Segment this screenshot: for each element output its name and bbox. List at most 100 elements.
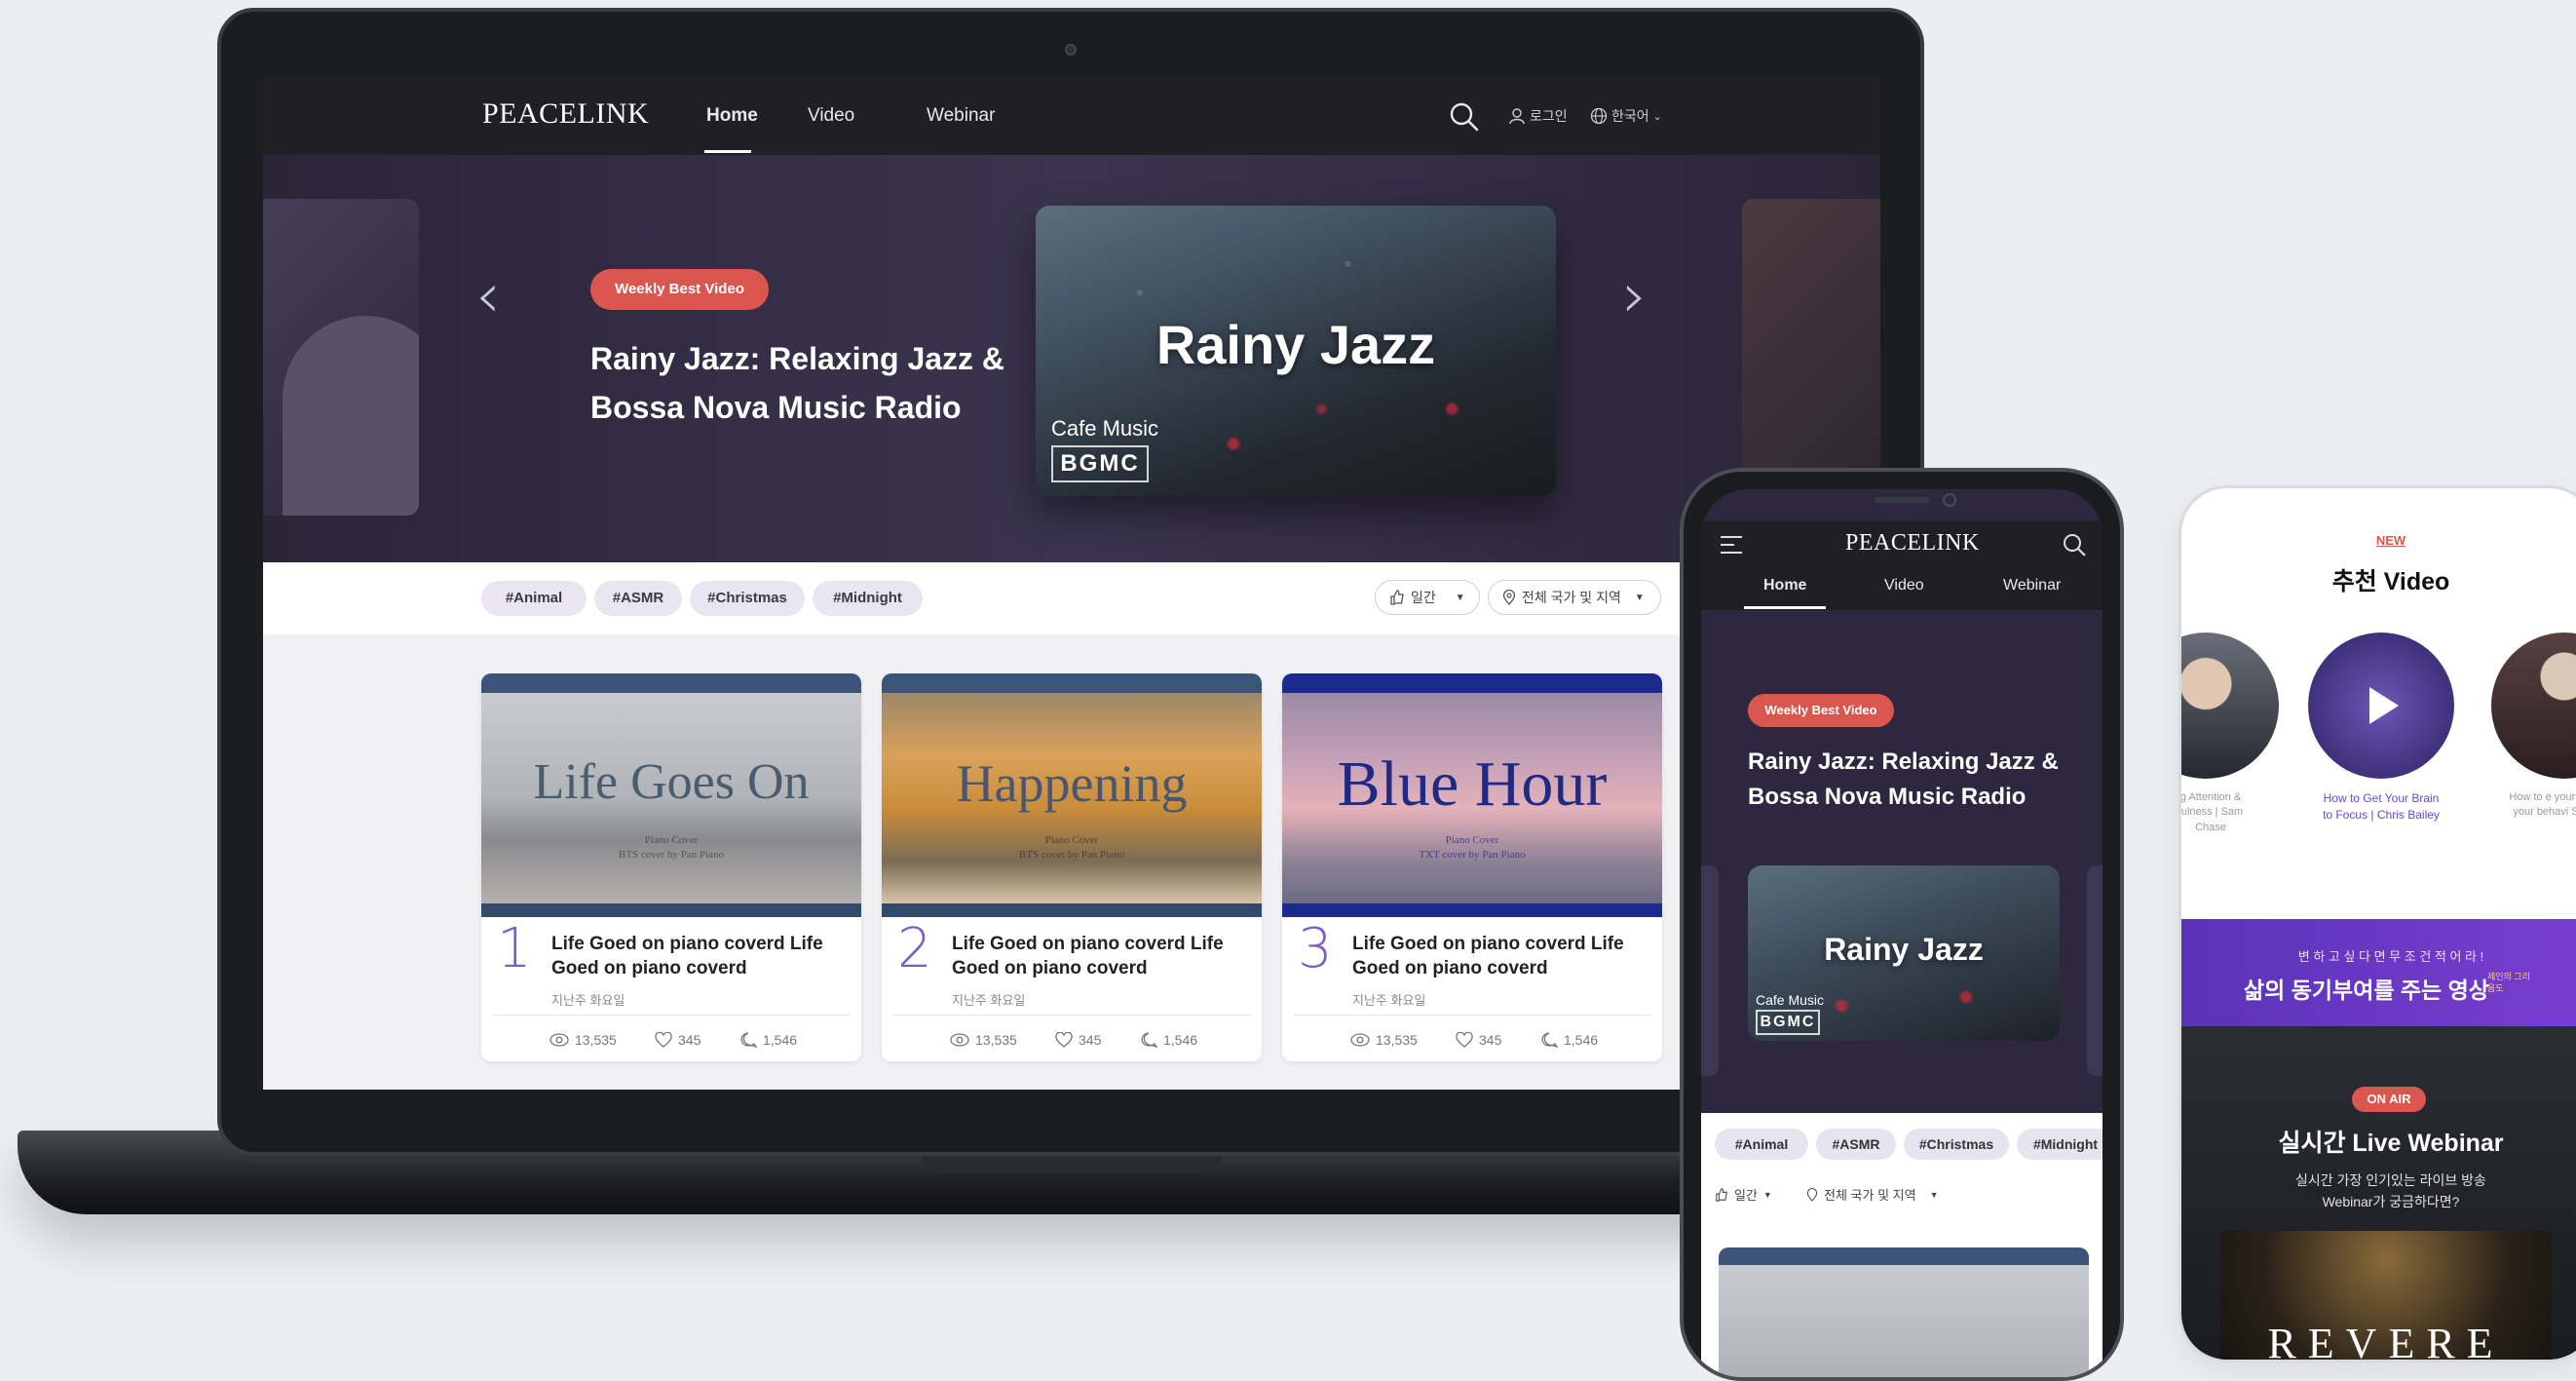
period-filter-label: 일간 [1411,590,1436,605]
period-filter-select[interactable]: 일간 ▼ [1715,1185,1772,1204]
play-icon[interactable] [2362,683,2403,728]
recommend-caption-line: How to Get Your Brain [2323,791,2440,805]
logo[interactable]: PEACELINK [482,97,649,131]
period-filter-select[interactable]: 일간 ▼ [1375,580,1480,615]
hero-title-line2[interactable]: Bossa Nova Music Radio [590,384,962,431]
hero-title-line1[interactable]: Rainy Jazz: Relaxing Jazz & [590,335,1004,382]
phone-camera [1943,493,1956,507]
login-button[interactable]: 로그인 [1508,106,1568,126]
tag-chip[interactable]: #ASMR [1816,1129,1896,1160]
recommend-caption: How to e yourself to your behavi Shere [2509,791,2576,819]
card-title[interactable]: Life Goed on piano coverd Life [1352,933,1624,957]
comment-count[interactable]: 1,546 [739,1032,797,1048]
new-label: NEW [2375,533,2406,548]
logo[interactable]: PEACELINK [1845,530,1980,556]
banner-small-text: 변 하 고 싶 다 면 무 조 건 적 어 라 ! [2297,949,2484,964]
chevron-down-icon: ⌄ [1652,110,1662,123]
laptop-screen: PEACELINK Home Video Webinar 로그인 한국어 ⌄ ‹… [263,78,1880,1090]
tab-video[interactable]: Video [808,105,854,127]
card-title[interactable]: Goed on piano coverd [551,957,747,981]
mobile-header: PEACELINK Home Video Webinar [1701,520,2102,610]
region-filter-select[interactable]: 전체 국가 및 지역 ▼ [1806,1185,1938,1204]
carousel-prev-arrow[interactable]: ‹ [475,260,501,332]
thumbnail-subtitle: Cafe Music [1051,416,1159,441]
search-icon[interactable] [1449,101,1480,133]
like-count-value: 345 [1479,1032,1502,1048]
card-bottom-bar [481,903,861,917]
thumbnail-title: Blue Hour [1337,748,1608,820]
video-card[interactable] [1719,1247,2089,1377]
region-filter-select[interactable]: 전체 국가 및 지역 ▼ [1488,580,1661,615]
tab-video[interactable]: Video [1884,577,1924,595]
thumbs-up-icon [1390,590,1404,605]
thumbnail-title: Happening [956,754,1188,813]
tag-chip[interactable]: #Animal [481,581,587,616]
card-title[interactable]: Goed on piano coverd [952,957,1148,981]
hero-video-thumbnail[interactable]: Rainy Jazz Cafe Music BGMC [1748,865,2060,1041]
thumbnail-subtitle: Cafe Music [1756,992,1825,1008]
hero-title-line2[interactable]: Bossa Nova Music Radio [1748,780,2026,815]
mobile-content: #Animal #ASMR #Christmas #Midnight 일간 ▼ … [1701,1113,2102,1377]
comment-count[interactable]: 1,546 [1140,1032,1197,1048]
comment-count[interactable]: 1,546 [1540,1032,1598,1048]
comment-count-value: 1,546 [1163,1032,1198,1048]
card-date: 지난주 화요일 [551,993,625,1008]
tag-filter-bar: #Animal #ASMR #Christmas #Midnight 일간 ▼ … [263,562,1880,634]
language-selector[interactable]: 한국어 ⌄ [1590,106,1662,126]
comment-count-value: 1,546 [763,1032,798,1048]
carousel-prev-card[interactable] [263,199,419,516]
phone-frame-dark: PEACELINK Home Video Webinar Weekly Best… [1680,468,2124,1381]
card-thumbnail: Happening Piano Cover BTS cover by Pan P… [882,693,1262,903]
tab-home[interactable]: Home [1763,577,1806,595]
globe-icon [1590,107,1608,125]
like-count[interactable]: 345 [1456,1032,1501,1048]
weekly-best-badge: Weekly Best Video [590,269,769,310]
like-count[interactable]: 345 [1055,1032,1101,1048]
tag-chip[interactable]: #Midnight [2017,1129,2102,1160]
caret-down-icon: ▼ [1929,1189,1939,1200]
carousel-prev-card[interactable] [1701,865,1719,1076]
carousel-next-arrow[interactable]: › [1622,260,1648,332]
region-filter-label: 전체 국가 및 지역 [1824,1188,1916,1203]
tag-chip[interactable]: #Christmas [1904,1129,2009,1160]
recommend-caption: g Attention & fulness | Sam Chase [2178,791,2244,833]
card-title[interactable]: Life Goed on piano coverd Life [952,933,1224,957]
recommend-video-thumb[interactable] [2491,633,2576,779]
live-webinar-thumbnail[interactable]: REVERE [2220,1231,2552,1362]
hero-title-line1[interactable]: Rainy Jazz: Relaxing Jazz & [1748,745,2059,780]
view-count-value: 13,535 [975,1032,1017,1048]
live-banner-text: REVERE [2267,1320,2505,1362]
tab-webinar[interactable]: Webinar [927,105,995,127]
caret-down-icon: ▼ [1634,592,1645,603]
hero-carousel: ‹ › Weekly Best Video Rainy Jazz: Relaxi… [263,155,1880,562]
like-count-value: 345 [678,1032,701,1048]
tag-chip[interactable]: #Animal [1715,1129,1808,1160]
phone-speaker [1875,497,1929,503]
card-title[interactable]: Goed on piano coverd [1352,957,1548,981]
motivation-banner[interactable]: 변 하 고 싶 다 면 무 조 건 적 어 라 ! 삶의 동기부여를 주는 영상… [2181,919,2576,1026]
laptop-camera [1065,44,1077,56]
card-title[interactable]: Life Goed on piano coverd Life [551,933,823,957]
carousel-next-card[interactable] [2087,865,2102,1076]
location-pin-icon [1502,590,1516,605]
tab-home[interactable]: Home [706,105,758,127]
recommend-caption-active[interactable]: How to Get Your Brain to Focus | Chris B… [2298,790,2464,824]
search-icon[interactable] [2062,532,2087,557]
menu-icon[interactable] [1719,534,1744,556]
video-card[interactable]: Happening Piano Cover BTS cover by Pan P… [882,673,1262,1061]
tag-chip[interactable]: #ASMR [594,581,682,616]
tag-chip[interactable]: #Christmas [690,581,805,616]
recommend-video-thumb-active[interactable] [2308,633,2454,779]
comment-icon [1541,1032,1558,1048]
caret-down-icon: ▼ [1455,592,1465,603]
hero-video-thumbnail[interactable]: Rainy Jazz Cafe Music BGMC [1036,206,1556,496]
video-card[interactable]: Life Goes On Piano Cover BTS cover by Pa… [481,673,861,1061]
thumbnail-sub: BTS cover by Pan Piano [1018,849,1125,861]
video-card[interactable]: Blue Hour Piano Cover TXT cover by Pan P… [1282,673,1662,1061]
tab-webinar[interactable]: Webinar [2003,577,2061,595]
view-count-value: 13,535 [1376,1032,1418,1048]
thumbnail-sub: Piano Cover [1044,834,1099,846]
like-count[interactable]: 345 [655,1032,701,1048]
recommend-video-thumb[interactable] [2181,633,2279,779]
tag-chip[interactable]: #Midnight [813,581,923,616]
